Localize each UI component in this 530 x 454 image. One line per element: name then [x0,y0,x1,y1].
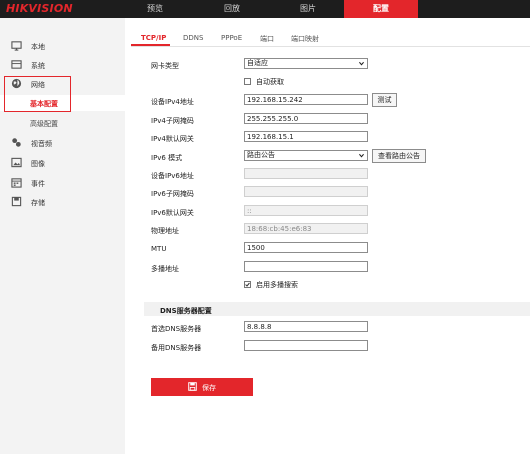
save-icon [188,382,197,391]
sidebar-item-label: 系统 [31,62,45,70]
nav-configuration[interactable]: 配置 [344,0,418,18]
top-navigation-bar: HIKVISION 预览 回放 图片 配置 [0,0,530,18]
ipv6-mask-input [244,186,368,197]
tab-port[interactable]: 端口 [260,34,274,44]
ipv6-mode-label: IPv6 模式 [151,154,183,162]
dhcp-label: 自动获取 [256,78,284,86]
tab-divider [131,46,530,47]
sidebar-item-local[interactable]: 本地 [0,37,125,55]
mtu-input[interactable] [244,242,368,253]
ipv4-gateway-label: IPv4默认网关 [151,135,194,143]
ipv4-address-input[interactable] [244,94,368,105]
save-label: 保存 [202,384,216,392]
preferred-dns-input[interactable] [244,321,368,332]
nav-picture[interactable]: 图片 [272,0,344,18]
sidebar-item-event[interactable]: 事件 [0,174,125,192]
nav-playback[interactable]: 回放 [196,0,268,18]
video-audio-icon [12,138,21,147]
nic-type-select[interactable]: 自适应 [244,58,368,69]
tab-pppoe[interactable]: PPPoE [221,34,242,42]
sidebar-item-label: 存储 [31,199,45,207]
sidebar-item-video-audio[interactable]: 视音频 [0,134,125,152]
ipv6-gateway-input [244,205,368,216]
view-route-advert-button[interactable]: 查看路由公告 [372,149,426,163]
ipv6-mask-label: IPv6子网掩码 [151,190,194,198]
multicast-address-label: 多播地址 [151,265,179,273]
chevron-down-icon [359,61,364,66]
tab-port-mapping[interactable]: 端口映射 [291,34,319,44]
image-icon [11,157,22,168]
monitor-icon [11,41,22,51]
checkmark-icon [245,282,250,287]
sidebar-subitem-label: 高级配置 [30,120,58,128]
nic-type-value: 自适应 [247,59,268,67]
sidebar-item-storage[interactable]: 存储 [0,193,125,211]
sidebar-item-system[interactable]: 系统 [0,56,125,74]
ipv6-address-label: 设备IPv6地址 [151,172,194,180]
sidebar-item-label: 事件 [31,180,45,188]
ipv4-gateway-input[interactable] [244,131,368,142]
tab-ddns[interactable]: DDNS [183,34,203,42]
sidebar-item-label: 图像 [31,160,45,168]
ipv6-mode-value: 路由公告 [247,151,275,159]
nav-preview[interactable]: 预览 [118,0,192,18]
dhcp-checkbox[interactable] [244,78,251,85]
alternate-dns-label: 备用DNS服务器 [151,344,202,352]
sidebar-item-label: 本地 [31,43,45,51]
test-button[interactable]: 测试 [372,93,397,107]
multicast-address-input[interactable] [244,261,368,272]
tab-tcpip[interactable]: TCP/IP [141,34,166,42]
sidebar-subitem-advanced-config[interactable]: 高级配置 [0,115,125,131]
multicast-search-label: 启用多播搜索 [256,281,298,289]
sidebar-item-image[interactable]: 图像 [0,154,125,172]
mtu-label: MTU [151,245,167,253]
ipv4-mask-input[interactable] [244,113,368,124]
mac-address-input [244,223,368,234]
mac-address-label: 物理地址 [151,227,179,235]
ipv6-mode-select[interactable]: 路由公告 [244,150,368,161]
ipv4-address-label: 设备IPv4地址 [151,98,194,106]
ipv6-address-input [244,168,368,179]
alternate-dns-input[interactable] [244,340,368,351]
calendar-icon [11,178,22,188]
storage-icon [11,196,22,207]
ipv4-mask-label: IPv4子网掩码 [151,117,194,125]
multicast-search-checkbox[interactable] [244,281,251,288]
save-button[interactable]: 保存 [151,378,253,396]
ipv6-gateway-label: IPv6默认网关 [151,209,194,217]
sidebar-item-label: 视音频 [31,140,52,148]
nic-type-label: 网卡类型 [151,62,179,70]
hikvision-logo: HIKVISION [6,2,73,15]
highlight-box [4,76,71,112]
preferred-dns-label: 首选DNS服务器 [151,325,202,333]
chevron-down-icon [359,153,364,158]
dns-section-title: DNS服务器配置 [160,307,212,315]
system-icon [11,60,22,69]
